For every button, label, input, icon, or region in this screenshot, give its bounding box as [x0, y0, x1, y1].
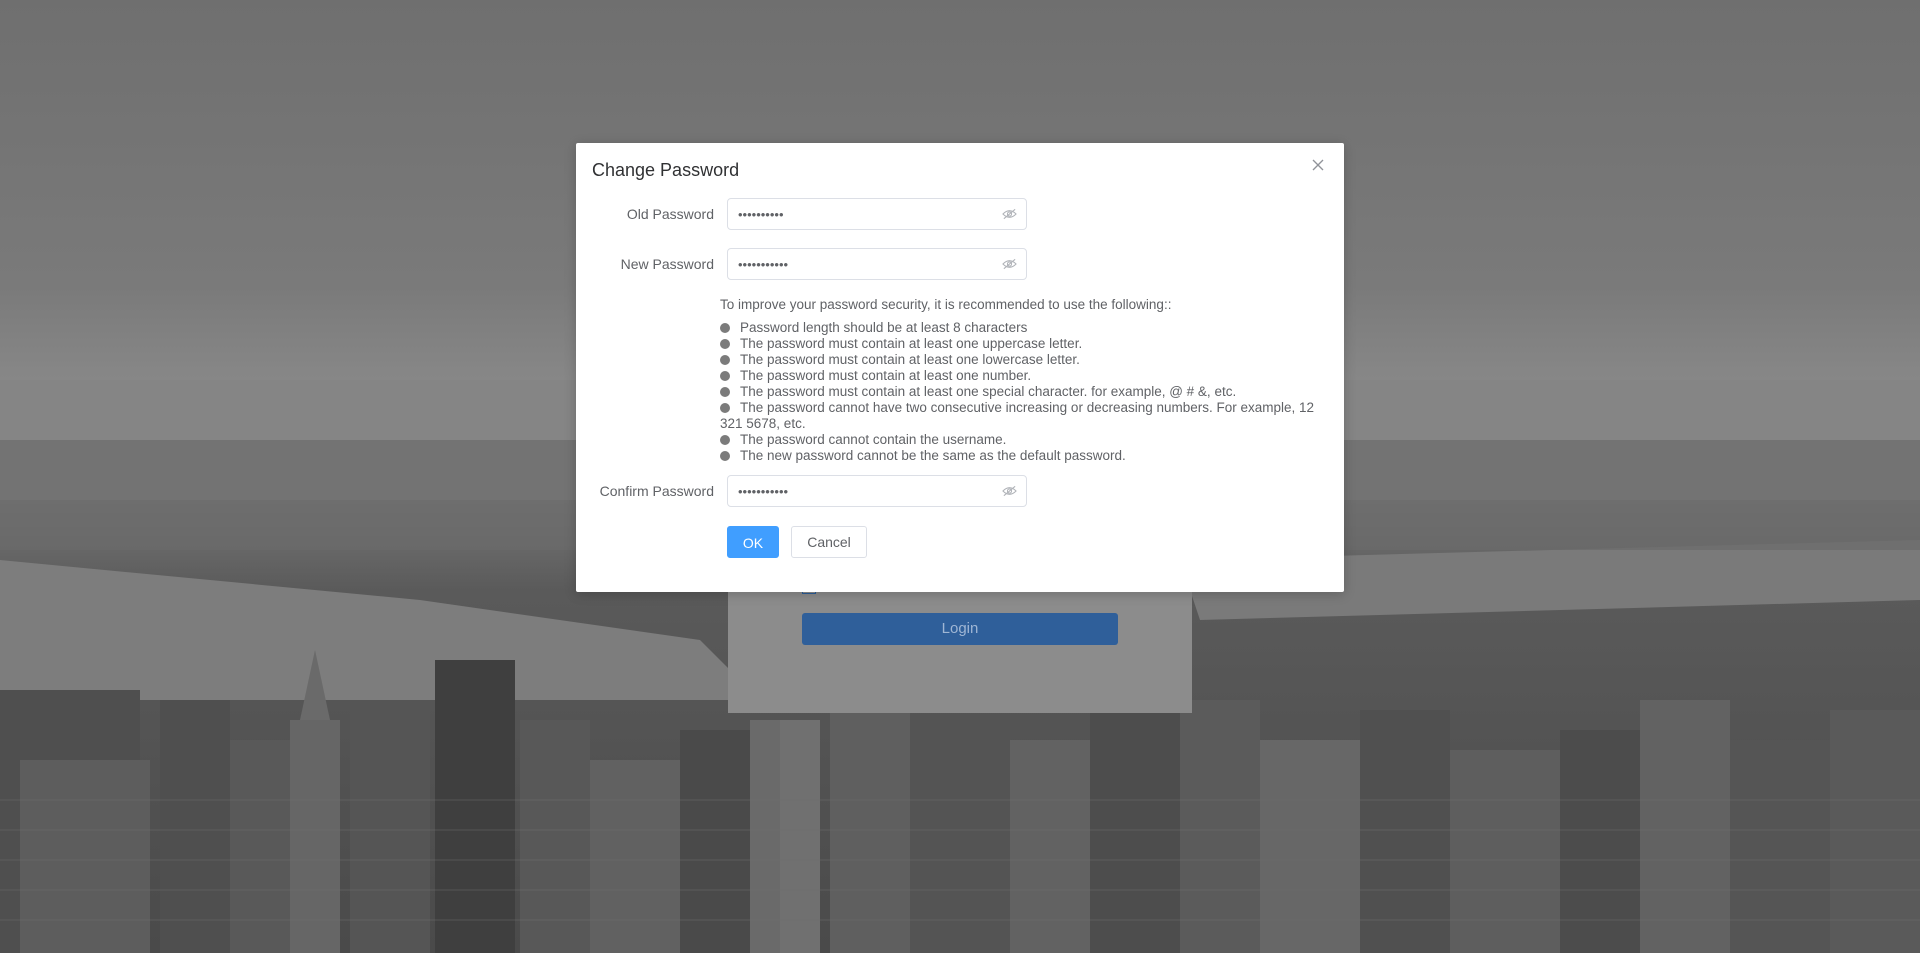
new-password-label: New Password — [620, 256, 714, 272]
tip-text: The password must contain at least one s… — [740, 384, 1237, 399]
cancel-button[interactable]: Cancel — [791, 526, 867, 558]
tip-item: The password cannot contain the username… — [720, 432, 1320, 448]
tip-text: The password cannot contain the username… — [740, 432, 1007, 447]
close-button[interactable] — [1310, 157, 1326, 173]
tip-item: The new password cannot be the same as t… — [720, 448, 1320, 464]
tip-item: Password length should be at least 8 cha… — [720, 320, 1320, 336]
login-button[interactable]: Login — [802, 613, 1118, 645]
tip-text: The password cannot have two consecutive… — [720, 400, 1315, 431]
new-password-row: New Password — [576, 248, 1344, 280]
bullet-dot — [720, 371, 730, 381]
eye-hidden-icon[interactable] — [1002, 484, 1017, 498]
old-password-field[interactable] — [727, 198, 1027, 230]
bullet-dot — [720, 435, 730, 445]
tip-item: The password must contain at least one n… — [720, 368, 1320, 384]
confirm-password-row: Confirm Password — [576, 475, 1344, 507]
tip-text: The password must contain at least one n… — [740, 368, 1032, 383]
bullet-dot — [720, 403, 730, 413]
password-tips: To improve your password security, it is… — [720, 297, 1320, 464]
ok-button[interactable]: OK — [727, 526, 779, 558]
bullet-dot — [720, 339, 730, 349]
confirm-password-field[interactable] — [727, 475, 1027, 507]
tip-item: The password must contain at least one s… — [720, 384, 1320, 400]
bullet-dot — [720, 355, 730, 365]
old-password-label: Old Password — [626, 206, 714, 222]
tip-text: Password length should be at least 8 cha… — [740, 320, 1028, 335]
new-password-field[interactable] — [727, 248, 1027, 280]
tip-item: The password must contain at least one u… — [720, 336, 1320, 352]
tip-text: The new password cannot be the same as t… — [740, 448, 1126, 463]
login-page: Login Change Password Old Password •••••… — [0, 0, 1920, 953]
tip-text: The password must contain at least one l… — [740, 352, 1080, 367]
old-password-row: Old Password — [576, 198, 1344, 230]
eye-hidden-icon[interactable] — [1002, 207, 1017, 221]
bullet-dot — [720, 451, 730, 461]
dialog-title: Change Password — [592, 160, 740, 180]
tips-intro: To improve your password security, it is… — [720, 297, 1172, 312]
change-password-dialog: Change Password Old Password New Passwor… — [576, 143, 1344, 592]
confirm-password-label: Confirm Password — [599, 483, 714, 499]
bullet-dot — [720, 387, 730, 397]
close-icon — [1312, 159, 1324, 171]
eye-hidden-icon[interactable] — [1002, 257, 1017, 271]
tip-item: The password cannot have two consecutive… — [720, 400, 1320, 432]
tip-text: The password must contain at least one u… — [740, 336, 1083, 351]
old-password-input[interactable] — [738, 199, 988, 229]
new-password-input[interactable] — [738, 249, 988, 279]
tips-list: Password length should be at least 8 cha… — [720, 320, 1320, 464]
bullet-dot — [720, 323, 730, 333]
tip-item: The password must contain at least one l… — [720, 352, 1320, 368]
confirm-password-input[interactable] — [738, 476, 988, 506]
